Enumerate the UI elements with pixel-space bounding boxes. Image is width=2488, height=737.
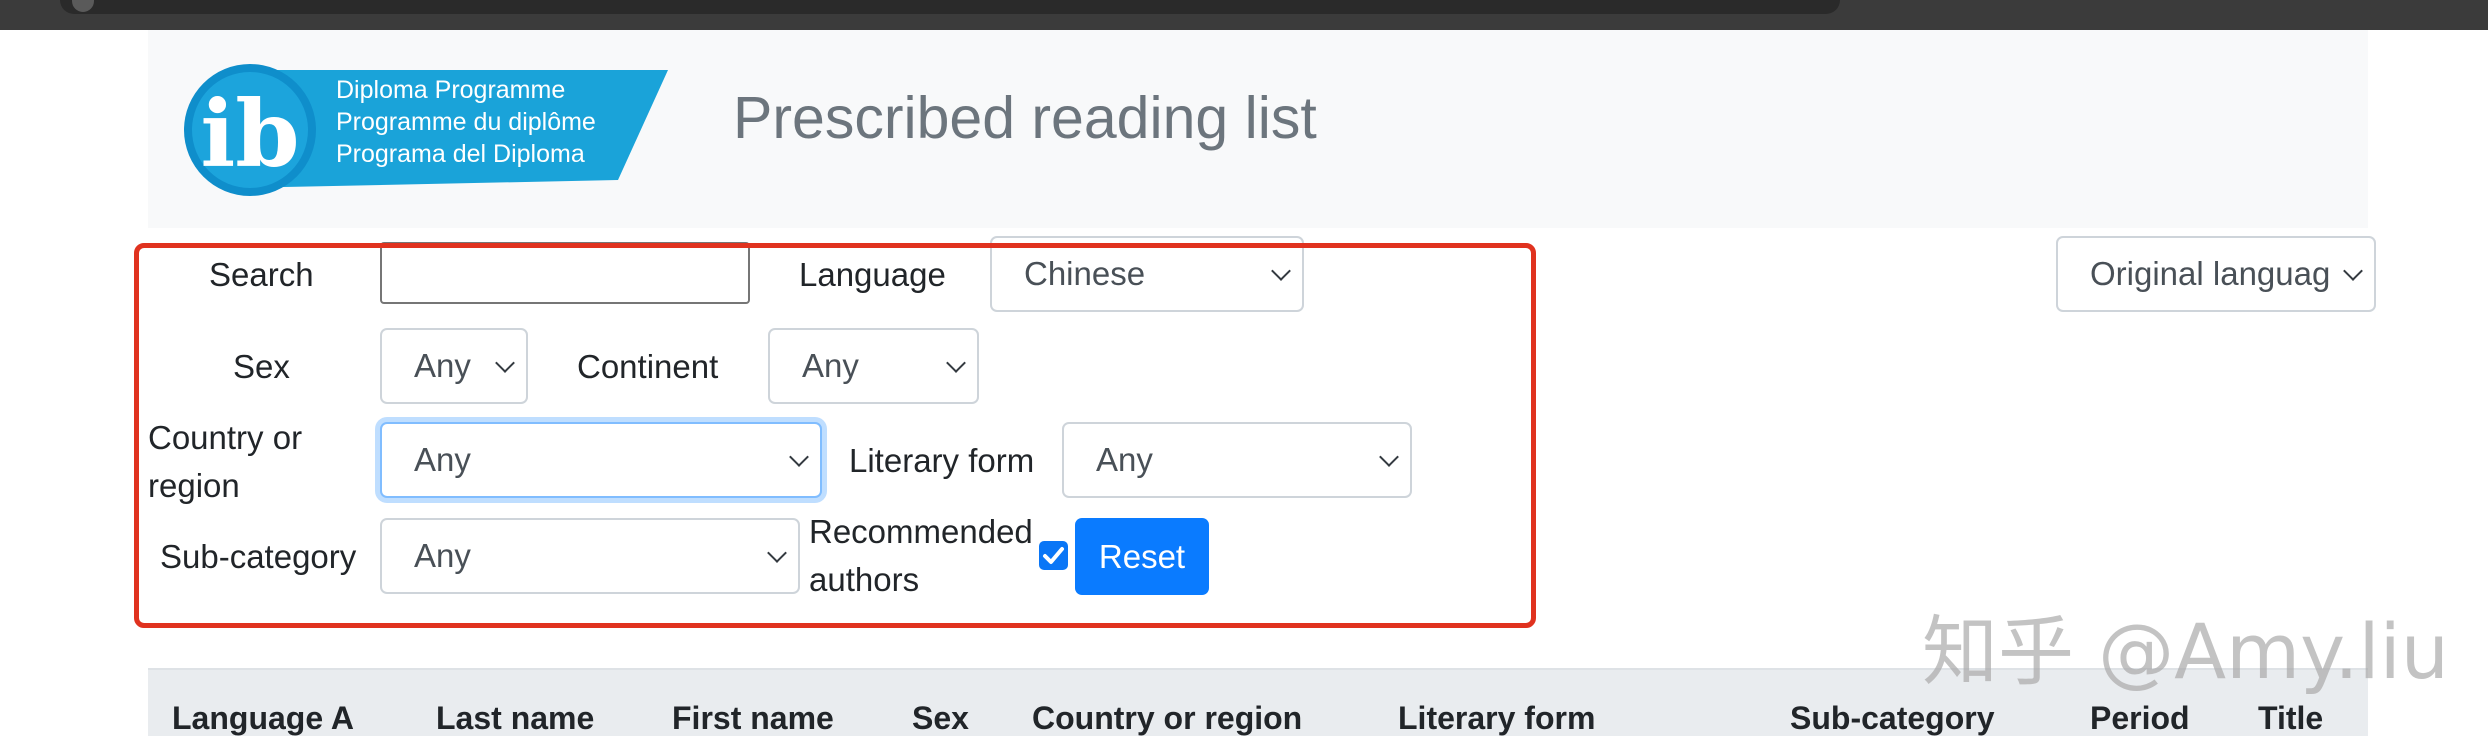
chevron-down-icon	[1379, 447, 1399, 467]
column-header-last-name[interactable]: Last name	[436, 700, 594, 737]
column-header-language[interactable]: Language A	[172, 700, 354, 737]
continent-select[interactable]: Any	[768, 328, 979, 404]
page-title: Prescribed reading list	[733, 85, 1317, 151]
logo-line-2: Programme du diplôme	[336, 108, 596, 136]
column-header-period[interactable]: Period	[2090, 700, 2190, 737]
language-select-value: Chinese	[1024, 255, 1146, 292]
sex-label: Sex	[233, 348, 290, 385]
language-label: Language	[799, 256, 946, 293]
logo-brand-text: ib	[200, 80, 299, 188]
watermark-text: 知乎 @Amy.liu	[1922, 607, 2449, 696]
continent-select-value: Any	[802, 347, 859, 384]
literary-form-select-value: Any	[1096, 441, 1153, 478]
country-label: Country or region	[148, 419, 303, 504]
chevron-down-icon	[1271, 261, 1291, 281]
language-select[interactable]: Chinese	[990, 236, 1304, 312]
chevron-down-icon	[946, 353, 966, 373]
chevron-down-icon	[495, 353, 515, 373]
check-icon	[1043, 547, 1064, 564]
reset-button[interactable]: Reset	[1075, 518, 1209, 595]
subcategory-label: Sub-category	[160, 538, 357, 575]
ib-logo: ib Diploma Programme Programme du diplôm…	[178, 58, 678, 198]
browser-top-bar	[0, 0, 2488, 30]
chevron-down-icon	[767, 543, 787, 563]
column-header-literary-form[interactable]: Literary form	[1398, 700, 1595, 737]
column-header-title[interactable]: Title	[2258, 700, 2323, 737]
subcategory-select[interactable]: Any	[380, 518, 800, 594]
browser-tab-strip	[60, 0, 1840, 14]
chevron-down-icon	[789, 447, 809, 467]
recommended-authors-label: Recommended authors	[809, 513, 1033, 598]
recommended-authors-checkbox[interactable]	[1039, 541, 1068, 570]
column-header-country[interactable]: Country or region	[1032, 700, 1302, 737]
column-header-sex[interactable]: Sex	[912, 700, 969, 737]
logo-line-3: Programa del Diploma	[336, 140, 585, 168]
search-label: Search	[209, 256, 314, 293]
sex-select[interactable]: Any	[380, 328, 528, 404]
column-header-first-name[interactable]: First name	[672, 700, 834, 737]
subcategory-select-value: Any	[414, 537, 471, 574]
search-input[interactable]	[380, 242, 750, 304]
continent-label: Continent	[577, 348, 719, 385]
original-language-value: Original languag	[2090, 255, 2331, 292]
country-select[interactable]: Any	[380, 422, 822, 498]
sex-select-value: Any	[414, 347, 471, 384]
literary-form-label: Literary form	[849, 442, 1035, 479]
column-header-subcategory[interactable]: Sub-category	[1790, 700, 1994, 737]
chevron-down-icon	[2343, 261, 2363, 281]
original-language-select[interactable]: Original languag	[2056, 236, 2376, 312]
country-select-value: Any	[414, 441, 471, 478]
literary-form-select[interactable]: Any	[1062, 422, 1412, 498]
logo-line-1: Diploma Programme	[336, 76, 565, 104]
